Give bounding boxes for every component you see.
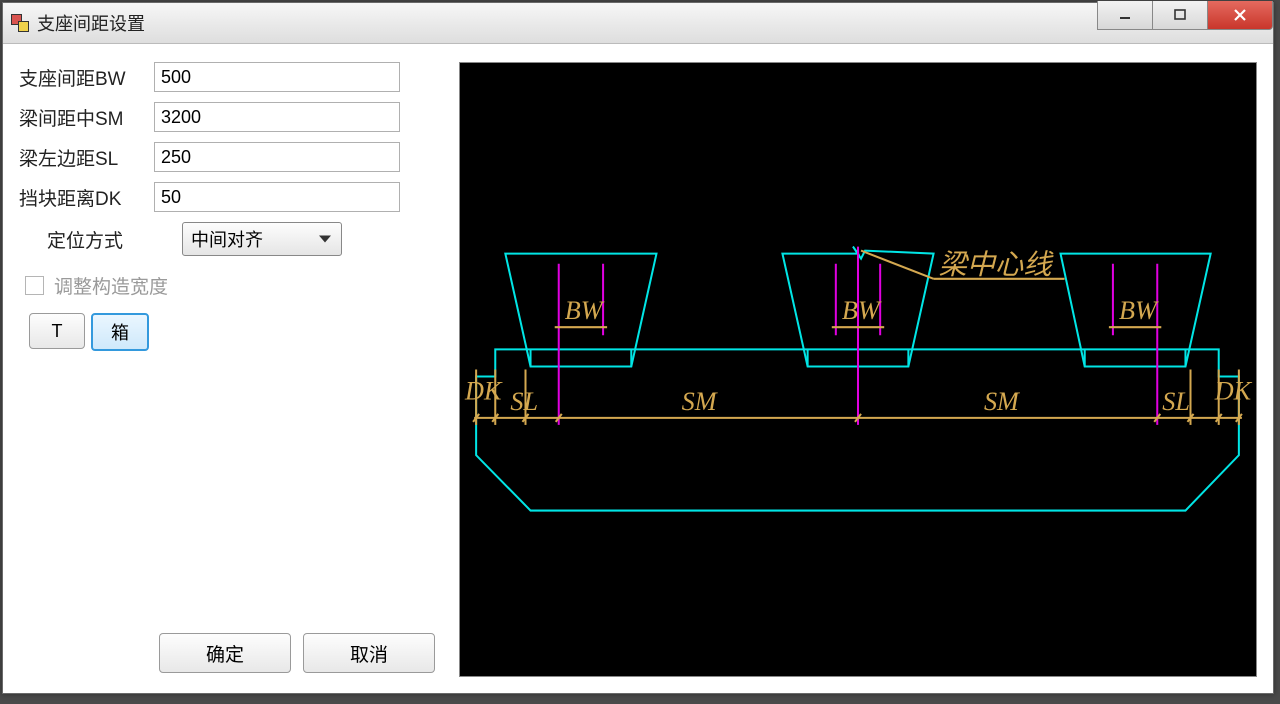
- diagram-label-sm-2: SM: [984, 387, 1021, 416]
- maximize-button[interactable]: [1152, 1, 1208, 30]
- label-sm: 梁间距中SM: [19, 104, 154, 131]
- diagram-label-sm-1: SM: [682, 387, 719, 416]
- input-bw[interactable]: [154, 62, 400, 92]
- row-adjust-width[interactable]: 调整构造宽度: [25, 272, 439, 299]
- content-area: 支座间距BW 梁间距中SM 梁左边距SL 挡块距离DK 定位方式 中间对齐: [3, 44, 1273, 693]
- window-title: 支座间距设置: [37, 10, 145, 36]
- minimize-button[interactable]: [1097, 1, 1153, 30]
- row-bw: 支座间距BW: [19, 62, 439, 92]
- select-align[interactable]: 中间对齐: [182, 222, 342, 256]
- toggle-row: T 箱: [29, 313, 439, 351]
- toggle-box-button[interactable]: 箱: [91, 313, 149, 351]
- diagram-panel: BW BW BW DK DK SL SL SM SM 梁中心线: [459, 62, 1257, 677]
- dialog-window: 支座间距设置 支座间距BW 梁间距中SM: [2, 2, 1274, 694]
- input-sl[interactable]: [154, 142, 400, 172]
- close-button[interactable]: [1207, 1, 1273, 30]
- close-icon: [1232, 7, 1248, 23]
- label-align: 定位方式: [19, 226, 182, 253]
- diagram-label-bw-1: BW: [565, 296, 605, 325]
- cancel-button[interactable]: 取消: [303, 633, 435, 673]
- input-sm[interactable]: [154, 102, 400, 132]
- diagram-label-bw-2: BW: [842, 296, 882, 325]
- diagram-label-sl-l: SL: [510, 387, 538, 416]
- checkbox-adjust-width[interactable]: [25, 276, 44, 295]
- row-sl: 梁左边距SL: [19, 142, 439, 172]
- minimize-icon: [1118, 8, 1132, 22]
- dialog-buttons: 确定 取消: [159, 633, 439, 673]
- toggle-t-button[interactable]: T: [29, 313, 85, 349]
- diagram-label-bw-3: BW: [1119, 296, 1159, 325]
- label-sl: 梁左边距SL: [19, 144, 154, 171]
- maximize-icon: [1173, 8, 1187, 22]
- form-panel: 支座间距BW 梁间距中SM 梁左边距SL 挡块距离DK 定位方式 中间对齐: [19, 62, 439, 677]
- ok-button[interactable]: 确定: [159, 633, 291, 673]
- titlebar[interactable]: 支座间距设置: [3, 3, 1273, 44]
- input-dk[interactable]: [154, 182, 400, 212]
- app-icon: [11, 14, 29, 32]
- label-dk: 挡块距离DK: [19, 184, 154, 211]
- row-dk: 挡块距离DK: [19, 182, 439, 212]
- row-sm: 梁间距中SM: [19, 102, 439, 132]
- row-align: 定位方式 中间对齐: [19, 222, 439, 256]
- diagram-label-dk-l: DK: [464, 377, 503, 406]
- diagram-label-centerline: 梁中心线: [939, 250, 1055, 281]
- window-controls: [1098, 1, 1273, 30]
- diagram-label-dk-r: DK: [1214, 377, 1253, 406]
- label-adjust-width: 调整构造宽度: [54, 272, 168, 299]
- bearing-diagram: BW BW BW DK DK SL SL SM SM 梁中心线: [460, 63, 1256, 676]
- diagram-label-sl-r: SL: [1162, 387, 1190, 416]
- select-align-value: 中间对齐: [191, 226, 263, 252]
- label-bw: 支座间距BW: [19, 64, 154, 91]
